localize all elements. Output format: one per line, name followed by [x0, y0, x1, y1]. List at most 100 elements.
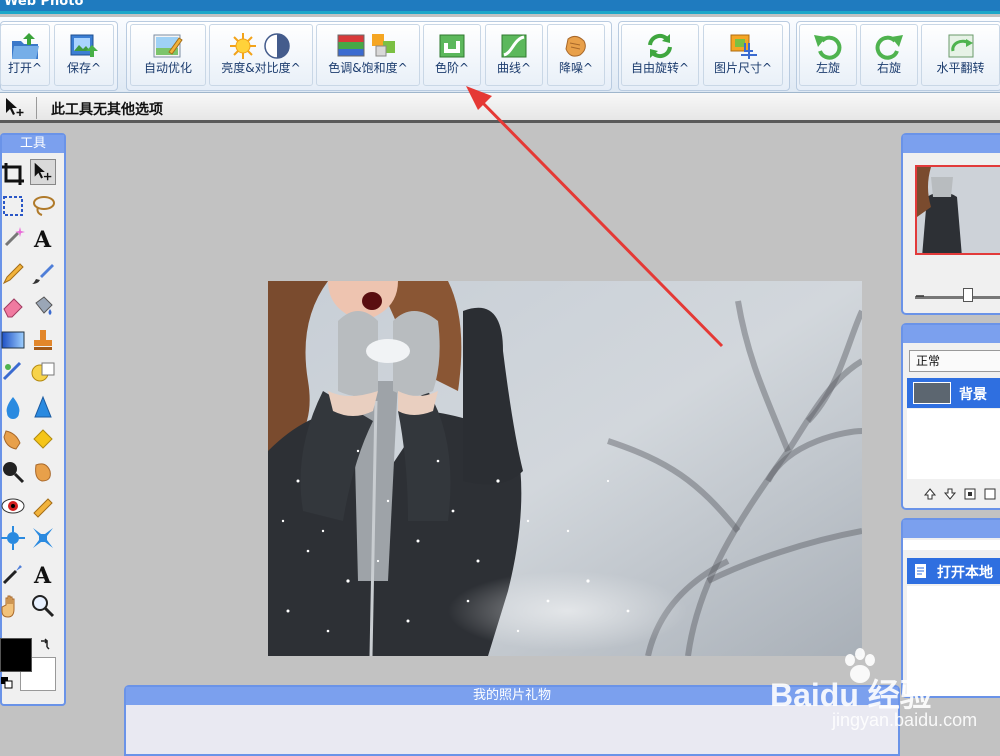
photo-snow-girl [268, 281, 862, 656]
image-size-button[interactable]: 图片尺寸^ [703, 24, 783, 86]
pencil-tool-icon[interactable] [0, 261, 26, 287]
app-title-bar: Web Photo [0, 0, 1000, 14]
main-toolbar: 打开^ 保存^ 自动优化 亮度&对比度^ 色调&饱和度^ 色阶^ 曲线^ 降噪^… [0, 17, 1000, 93]
rotate-right-label: 右旋 [876, 61, 901, 75]
auto-optimize-button[interactable]: 自动优化 [130, 24, 206, 86]
sharpen-tool-icon[interactable] [30, 395, 56, 421]
navigator-thumbnail[interactable] [915, 165, 1000, 255]
pinch-tool-icon[interactable] [30, 525, 56, 551]
layer-delete-icon[interactable] [983, 487, 997, 501]
noise-reduction-icon [565, 35, 586, 57]
layer-name: 背景 [959, 387, 987, 403]
reset-colors-icon[interactable] [0, 676, 14, 690]
eyedropper-tool-icon[interactable] [0, 561, 26, 587]
open-folder-icon [12, 33, 39, 59]
blur-tool-icon[interactable] [0, 395, 26, 421]
smudge-tool-icon[interactable] [0, 427, 26, 453]
move-tool-icon [6, 98, 24, 116]
spot-heal-icon[interactable] [30, 493, 56, 519]
layers-header [903, 325, 1000, 343]
navigator-header [903, 135, 1000, 153]
rotate-left-icon [814, 35, 842, 60]
image-canvas[interactable] [268, 281, 862, 656]
burn-tool-icon[interactable] [30, 459, 56, 485]
rotate-right-button[interactable]: 右旋 [860, 24, 918, 86]
paint-bucket-icon[interactable] [30, 293, 56, 319]
shape-tool-icon[interactable] [30, 359, 56, 385]
eraser-tool-icon[interactable] [0, 293, 26, 319]
swap-colors-icon[interactable] [38, 638, 52, 652]
free-rotate-icon [648, 33, 672, 59]
layer-duplicate-icon[interactable] [963, 487, 977, 501]
brightness-contrast-button[interactable]: 亮度&对比度^ [209, 24, 313, 86]
tool-options-bar: 此工具无其他选项 [0, 93, 1000, 123]
liquify-tool-icon[interactable] [0, 525, 26, 551]
free-rotate-label: 自由旋转^ [630, 61, 690, 75]
rotate-right-icon [875, 35, 903, 60]
brush-tool-icon[interactable] [30, 261, 56, 287]
noise-reduction-button[interactable]: 降噪^ [547, 24, 605, 86]
save-button-label: 保存^ [66, 61, 102, 75]
sponge-tool-icon[interactable] [30, 427, 56, 453]
history-item-open[interactable]: 打开本地 [907, 558, 1000, 584]
curves-label: 曲线^ [496, 61, 532, 75]
navigator-panel [901, 133, 1000, 315]
rotate-left-button[interactable]: 左旋 [799, 24, 857, 86]
history-item-label: 打开本地 [937, 565, 993, 581]
brightness-contrast-icon [230, 33, 290, 59]
hue-saturation-button[interactable]: 色调&饱和度^ [316, 24, 420, 86]
gradient-tool-icon[interactable] [0, 327, 26, 353]
hue-saturation-label: 色调&饱和度^ [328, 61, 408, 75]
layer-thumbnail [913, 382, 951, 404]
zoom-dodge-icon[interactable] [0, 459, 26, 485]
tool-options-text: 此工具无其他选项 [51, 102, 163, 118]
rotate-left-label: 左旋 [815, 61, 840, 75]
flip-horizontal-button[interactable]: 水平翻转 [921, 24, 1000, 86]
layer-up-icon[interactable] [923, 487, 937, 501]
foreground-color-swatch[interactable] [0, 638, 32, 672]
text-tool-icon[interactable]: A [30, 225, 56, 251]
curves-button[interactable]: 曲线^ [485, 24, 543, 86]
thumbnail-image [917, 167, 1000, 253]
type-tool-icon[interactable]: A [30, 561, 56, 587]
tools-panel: 工具 A A [0, 133, 66, 706]
auto-optimize-label: 自动优化 [143, 61, 192, 75]
stamp-tool-icon[interactable] [30, 327, 56, 353]
image-size-label: 图片尺寸^ [713, 61, 773, 75]
brightness-contrast-label: 亮度&对比度^ [221, 61, 301, 75]
heal-tool-icon[interactable] [0, 359, 26, 385]
flip-horizontal-label: 水平翻转 [936, 61, 985, 75]
options-separator [36, 97, 37, 119]
levels-label: 色阶^ [434, 61, 470, 75]
hand-tool-icon[interactable] [0, 593, 26, 619]
document-icon [915, 564, 926, 578]
magic-wand-icon[interactable] [0, 225, 26, 251]
zoom-tool-icon[interactable] [30, 593, 56, 619]
marquee-tool-icon[interactable] [0, 193, 26, 219]
noise-reduction-label: 降噪^ [558, 61, 594, 75]
save-image-icon [70, 34, 98, 57]
open-button[interactable]: 打开^ [0, 24, 50, 86]
free-rotate-button[interactable]: 自由旋转^ [621, 24, 699, 86]
save-button[interactable]: 保存^ [54, 24, 114, 86]
layer-down-icon[interactable] [943, 487, 957, 501]
curves-icon [501, 34, 527, 58]
zoom-slider-handle[interactable] [963, 288, 973, 302]
tools-panel-title: 工具 [2, 135, 64, 153]
levels-button[interactable]: 色阶^ [423, 24, 481, 86]
red-eye-tool-icon[interactable] [0, 493, 26, 519]
blend-mode-select[interactable]: 正常 [909, 350, 1000, 372]
baidu-watermark: Baidu 经验 jingyan.baidu.com [770, 648, 1000, 734]
history-header [903, 520, 1000, 538]
lasso-tool-icon[interactable] [30, 193, 56, 219]
flip-horizontal-icon [948, 34, 973, 58]
zoom-slider-track[interactable] [915, 296, 1000, 299]
svg-text:A: A [33, 227, 52, 251]
layer-row-background[interactable]: 背景 [907, 378, 1000, 408]
crop-tool-icon[interactable] [0, 161, 26, 187]
zoom-out-icon[interactable] [915, 290, 925, 298]
move-tool-icon[interactable] [30, 159, 56, 185]
layers-list-area [907, 409, 1000, 479]
open-button-label: 打开^ [7, 61, 43, 75]
hue-saturation-icon [337, 34, 395, 57]
